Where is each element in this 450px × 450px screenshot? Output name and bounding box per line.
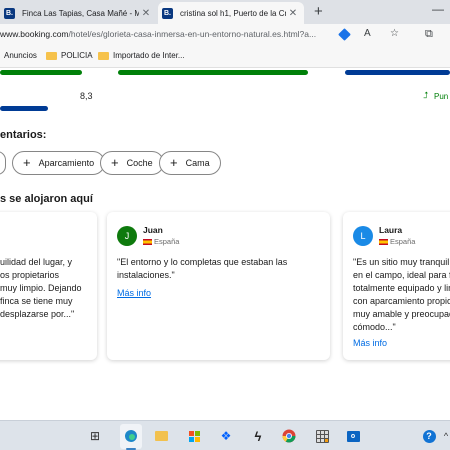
tab-title: cristina sol h1, Puerto de la Cruz ( (180, 8, 286, 18)
reviewer-country: España (154, 237, 180, 246)
comments-heading: entarios: (0, 129, 47, 141)
quote-line: "Es un sitio muy tranquil (353, 257, 450, 267)
booking-favicon-icon: B. (162, 7, 173, 19)
quote-line: uilidad del lugar, y (0, 257, 73, 267)
reviews-heading: s se alojaron aquí (0, 193, 93, 205)
spain-flag-icon (143, 239, 152, 245)
folder-icon (46, 51, 57, 60)
outlook-icon[interactable]: o (345, 428, 361, 444)
review-card: uilidad del lugar, y os propietarios muy… (0, 212, 97, 360)
more-info-link[interactable]: Más info (117, 288, 151, 298)
edge-icon[interactable] (123, 428, 139, 444)
calculator-keys-icon (315, 429, 329, 443)
topic-chip-partial[interactable] (0, 151, 6, 175)
trend-arrow-icon: ⮥ (423, 90, 429, 100)
tag-icon[interactable] (338, 28, 351, 41)
task-view-icon[interactable]: ⊞ (87, 428, 103, 444)
taskbar: ⊞ ❖ ϟ o ? ^ (0, 420, 450, 450)
quote-line: desplazarse por..." (0, 309, 75, 319)
store-logo-icon (188, 430, 200, 442)
plus-icon: + (23, 155, 31, 170)
screen: B. Finca Las Tapias, Casa Mañé - Mes ✕ B… (0, 0, 450, 450)
app-icon[interactable]: ϟ (250, 428, 266, 444)
close-tab-icon[interactable]: ✕ (286, 8, 300, 19)
address-bar[interactable]: www.booking.com/hotel/es/glorieta-casa-i… (0, 24, 450, 46)
chip-label: Aparcamiento (38, 158, 95, 168)
edge-logo-icon (125, 430, 137, 442)
quote-line: finca se tiene muy (0, 296, 73, 306)
rating-bar (118, 70, 308, 75)
reviewer-name: Laura (379, 225, 403, 235)
rating-bar (345, 70, 450, 75)
chrome-logo-icon (282, 429, 296, 443)
review-quote: "El entorno y lo completas que estaban l… (117, 256, 287, 282)
quote-line: instalaciones." (117, 270, 175, 280)
more-info-link[interactable]: Más info (353, 338, 387, 348)
review-quote: "Es un sitio muy tranquil en el campo, i… (353, 256, 450, 334)
quote-line: en el campo, ideal para f (353, 270, 450, 280)
quote-line: totalmente equipado y lim (353, 283, 450, 293)
bookmarks-bar: Anuncios POLICIA Importado de Inter... (0, 46, 450, 68)
reviewer-name: Juan (143, 225, 163, 235)
review-card: J Juan España "El entorno y lo completas… (107, 212, 330, 360)
topic-chip-coche[interactable]: + Coche (100, 151, 164, 175)
topic-chip-aparcamiento[interactable]: + Aparcamiento (12, 151, 106, 175)
bookmark-label: Anuncios (4, 51, 37, 60)
split-screen-icon[interactable]: ⧉ (425, 28, 433, 41)
new-tab-plus-icon[interactable]: + (314, 3, 323, 20)
quote-line: muy limpio. Dejando (0, 283, 82, 293)
spain-flag-icon (379, 239, 388, 245)
rating-score: 8,3 (80, 91, 93, 101)
tab-title: Finca Las Tapias, Casa Mañé - Mes (22, 8, 139, 18)
tab-strip: B. Finca Las Tapias, Casa Mañé - Mes ✕ B… (0, 0, 450, 24)
trend-label: Pun (434, 92, 449, 101)
reviewer-country: España (390, 237, 416, 246)
review-quote: uilidad del lugar, y os propietarios muy… (0, 256, 82, 321)
chrome-icon[interactable] (281, 428, 297, 444)
store-icon[interactable] (186, 428, 202, 444)
question-mark-icon: ? (422, 429, 436, 443)
plus-icon: + (111, 155, 119, 170)
bookmark-label: Importado de Inter... (113, 51, 185, 60)
favorite-star-icon[interactable]: ☆ (390, 28, 399, 39)
calculator-icon[interactable] (314, 428, 330, 444)
file-explorer-icon[interactable] (153, 428, 169, 444)
url-path: /hotel/es/glorieta-casa-inmersa-en-un-en… (68, 29, 317, 39)
folder-icon (98, 51, 109, 60)
page-content: 8,3 ⮥ Pun entarios: + Aparcamiento + Coc… (0, 68, 450, 420)
chip-label: Coche (126, 158, 153, 168)
tab-cristina[interactable]: B. cristina sol h1, Puerto de la Cruz ( … (158, 2, 304, 24)
close-tab-icon[interactable]: ✕ (139, 8, 153, 19)
minimize-icon[interactable]: — (432, 2, 444, 16)
url-text[interactable]: www.booking.com/hotel/es/glorieta-casa-i… (0, 29, 316, 39)
quote-line: "El entorno y lo completas que estaban l… (117, 257, 288, 267)
quote-line: os propietarios (0, 270, 60, 280)
quote-line: cómodo..." (353, 322, 396, 332)
tab-finca[interactable]: B. Finca Las Tapias, Casa Mañé - Mes ✕ (0, 2, 157, 24)
dropbox-icon[interactable]: ❖ (218, 428, 234, 444)
quote-line: con aparcamiento propio (353, 296, 450, 306)
bookmark-anuncios[interactable]: Anuncios (4, 51, 37, 60)
chevron-up-icon[interactable]: ^ (438, 428, 450, 444)
help-icon[interactable]: ? (421, 428, 437, 444)
booking-favicon-icon: B. (4, 7, 15, 19)
bookmark-policia[interactable]: POLICIA (46, 51, 93, 60)
plus-icon: + (170, 155, 178, 170)
rating-bar (0, 70, 82, 75)
bookmark-importado[interactable]: Importado de Inter... (98, 51, 185, 60)
chip-label: Cama (185, 158, 210, 168)
quote-line: muy amable y preocupad (353, 309, 450, 319)
read-aloud-icon[interactable]: A (364, 28, 371, 39)
avatar: J (117, 226, 137, 246)
bookmark-label: POLICIA (61, 51, 93, 60)
url-host: www.booking.com (0, 29, 69, 39)
avatar: L (353, 226, 373, 246)
review-card: L Laura España "Es un sitio muy tranquil… (343, 212, 450, 360)
outlook-logo-icon: o (346, 430, 360, 442)
folder-icon (154, 431, 168, 441)
topic-chip-cama[interactable]: + Cama (159, 151, 221, 175)
rating-bar-track (0, 106, 48, 111)
